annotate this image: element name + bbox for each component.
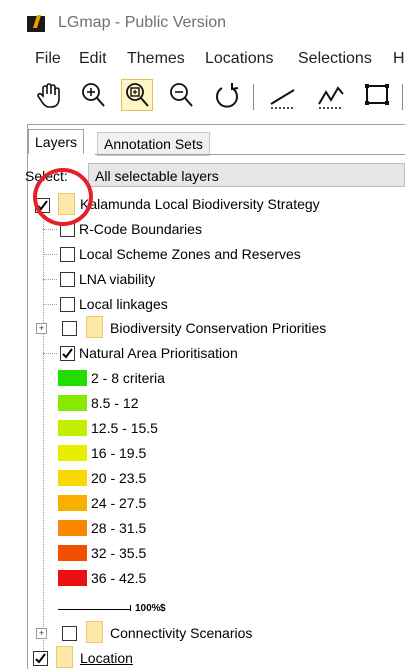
title-bar: LGmap - Public Version [0,0,405,42]
legend-swatch [58,570,87,586]
measure-polyline-icon[interactable] [316,80,346,110]
folder-icon [56,646,73,668]
legend-swatch [58,545,87,561]
layer-label-connectivity[interactable]: Connectivity Scenarios [110,625,252,641]
legend-swatch [58,370,87,386]
window-title: LGmap - Public Version [58,14,227,31]
expand-plus-icon[interactable]: + [36,323,47,334]
legend-swatch [58,445,87,461]
menu-file[interactable]: File [35,50,61,68]
legend-label: 16 - 19.5 [91,445,147,461]
legend-label: 36 - 42.5 [91,570,147,586]
legend-label: 20 - 23.5 [91,470,147,486]
layer-checkbox-biodiversity[interactable] [62,321,77,336]
checkmark-icon [62,348,73,359]
layer-label-biodiversity[interactable]: Biodiversity Conservation Priorities [110,320,326,336]
red-circle-annotation [33,168,93,226]
tree-connector [43,304,57,306]
tab-divider [95,154,405,155]
tree-connector [43,229,57,231]
measure-area-icon[interactable] [362,80,392,110]
expand-plus-icon[interactable]: + [36,628,47,639]
layer-label-rcode[interactable]: R-Code Boundaries [79,221,202,237]
menu-bar: File Edit Themes Locations Selections H [0,44,405,74]
layer-label-scheme-zones[interactable]: Local Scheme Zones and Reserves [79,246,301,262]
zoom-box-icon[interactable] [121,79,153,111]
legend-swatch [58,420,87,436]
measure-line-icon[interactable] [268,80,298,110]
layer-label-kalamunda[interactable]: Kalamunda Local Biodiversity Strategy [80,196,320,212]
menu-help[interactable]: H [393,50,405,68]
layer-checkbox-linkages[interactable] [60,297,75,312]
layer-checkbox-scheme-zones[interactable] [60,247,75,262]
checkmark-icon [35,653,46,664]
layer-checkbox-natural-area[interactable] [60,346,75,361]
tree-connector [43,279,57,281]
opacity-symbol: $ [160,603,166,614]
layer-label-location[interactable]: Location [80,650,133,666]
layer-select-dropdown[interactable]: All selectable layers [88,163,405,187]
zoom-out-icon[interactable] [166,80,196,110]
legend-swatch [58,495,87,511]
refresh-icon[interactable] [212,80,242,110]
legend-label: 12.5 - 15.5 [91,420,158,436]
opacity-tick [130,605,131,611]
layer-label-lna[interactable]: LNA viability [79,271,155,287]
legend-label: 24 - 27.5 [91,495,147,511]
toolbar-separator [253,84,254,110]
app-logo-icon [27,15,45,32]
folder-icon [86,621,103,643]
legend-swatch [58,470,87,486]
tree-connector [43,254,57,256]
opacity-line [58,609,130,610]
legend-label: 28 - 31.5 [91,520,147,536]
layer-label-linkages[interactable]: Local linkages [79,296,168,312]
toolbar-separator [402,84,403,110]
opacity-value: 100% [135,603,161,614]
menu-themes[interactable]: Themes [127,50,185,68]
layer-label-natural-area[interactable]: Natural Area Prioritisation [79,345,238,361]
legend-swatch [58,520,87,536]
layer-checkbox-lna[interactable] [60,272,75,287]
layer-checkbox-location[interactable] [33,651,48,666]
toolbar [0,74,405,118]
legend-label: 8.5 - 12 [91,395,139,411]
legend-label: 32 - 35.5 [91,545,147,561]
tab-annotation-sets[interactable]: Annotation Sets [97,132,210,156]
tab-layers[interactable]: Layers [28,129,85,154]
folder-icon [86,316,103,338]
menu-locations[interactable]: Locations [205,50,274,68]
tree-connector [43,353,57,355]
layer-checkbox-connectivity[interactable] [62,626,77,641]
legend-swatch [58,395,87,411]
pan-hand-icon[interactable] [34,80,64,110]
menu-selections[interactable]: Selections [298,50,372,68]
menu-edit[interactable]: Edit [79,50,107,68]
legend-label: 2 - 8 criteria [91,370,165,386]
zoom-in-icon[interactable] [78,80,108,110]
